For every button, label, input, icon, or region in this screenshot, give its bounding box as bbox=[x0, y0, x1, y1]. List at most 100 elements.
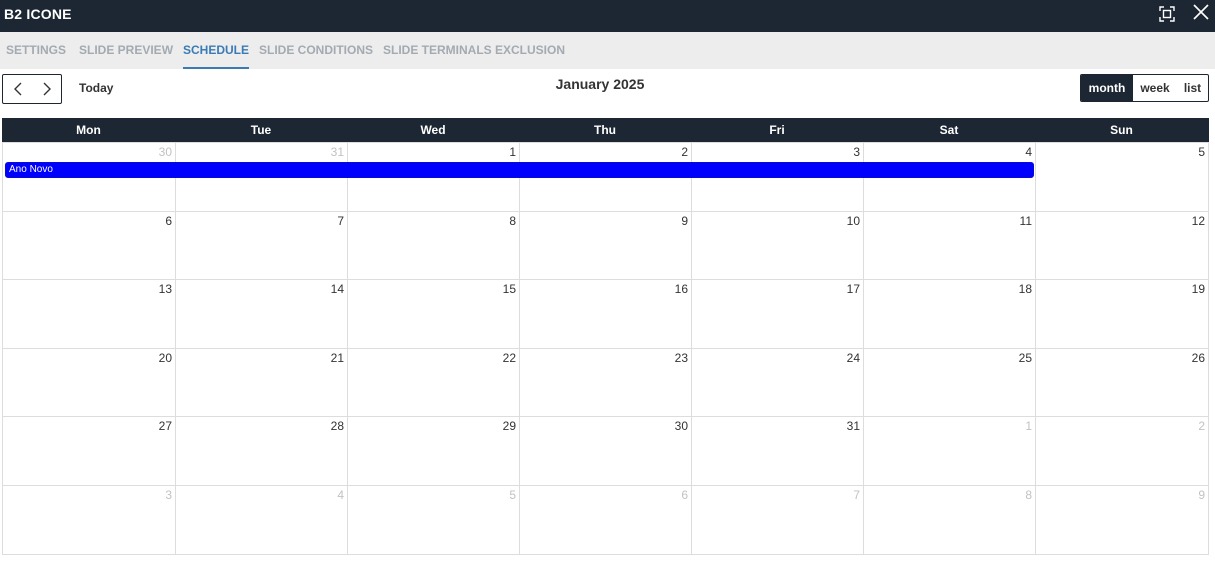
day-cell[interactable]: 19 bbox=[1035, 279, 1209, 349]
day-cell[interactable]: 7 bbox=[175, 211, 348, 280]
day-number[interactable]: 5 bbox=[1198, 145, 1205, 159]
day-number[interactable]: 22 bbox=[503, 351, 516, 365]
day-number[interactable]: 27 bbox=[159, 419, 172, 433]
day-number[interactable]: 28 bbox=[331, 419, 344, 433]
maximize-icon bbox=[1155, 2, 1179, 26]
day-number[interactable]: 6 bbox=[165, 214, 172, 228]
weekday-header: Mon Tue Wed Thu Fri Sat Sun bbox=[2, 118, 1209, 142]
tab-schedule[interactable]: SCHEDULE bbox=[183, 32, 250, 69]
day-cell[interactable]: 26 bbox=[1035, 348, 1209, 417]
weekday-wed: Wed bbox=[420, 123, 446, 137]
day-cell[interactable]: 12 bbox=[1035, 211, 1209, 280]
close-button[interactable] bbox=[1189, 2, 1213, 26]
calendar-title: January 2025 bbox=[555, 76, 645, 92]
day-number[interactable]: 3 bbox=[165, 488, 172, 502]
day-number[interactable]: 20 bbox=[159, 351, 172, 365]
tab-slide-preview[interactable]: SLIDE PREVIEW bbox=[79, 32, 173, 69]
day-cell[interactable]: 30 bbox=[519, 416, 692, 486]
day-cell[interactable]: 24 bbox=[691, 348, 864, 417]
day-cell[interactable]: 8 bbox=[863, 485, 1036, 555]
day-cell[interactable]: 25 bbox=[863, 348, 1036, 417]
day-cell[interactable]: 16 bbox=[519, 279, 692, 349]
view-month-button[interactable]: month bbox=[1081, 75, 1133, 101]
calendar-event[interactable]: Ano Novo bbox=[5, 162, 1034, 178]
weekday-sun: Sun bbox=[1110, 123, 1133, 137]
weekday-thu: Thu bbox=[594, 123, 616, 137]
day-number[interactable]: 15 bbox=[503, 282, 516, 296]
day-number[interactable]: 17 bbox=[847, 282, 860, 296]
day-cell[interactable]: 27 bbox=[2, 416, 176, 486]
day-number[interactable]: 8 bbox=[509, 214, 516, 228]
day-cell[interactable]: 2 bbox=[1035, 416, 1209, 486]
day-cell[interactable]: 21 bbox=[175, 348, 348, 417]
day-cell[interactable]: 23 bbox=[519, 348, 692, 417]
day-cell[interactable]: 5 bbox=[347, 485, 520, 555]
day-number[interactable]: 23 bbox=[675, 351, 688, 365]
day-number[interactable]: 30 bbox=[675, 419, 688, 433]
day-cell[interactable]: 29 bbox=[347, 416, 520, 486]
view-list-button[interactable]: list bbox=[1177, 75, 1208, 101]
day-number[interactable]: 31 bbox=[331, 145, 344, 159]
day-number[interactable]: 9 bbox=[1198, 488, 1205, 502]
day-cell[interactable]: 5 bbox=[1035, 142, 1209, 212]
day-number[interactable]: 3 bbox=[853, 145, 860, 159]
day-number[interactable]: 24 bbox=[847, 351, 860, 365]
day-number[interactable]: 2 bbox=[1198, 419, 1205, 433]
day-number[interactable]: 13 bbox=[159, 282, 172, 296]
day-number[interactable]: 19 bbox=[1192, 282, 1205, 296]
day-number[interactable]: 12 bbox=[1192, 214, 1205, 228]
day-cell[interactable]: 9 bbox=[1035, 485, 1209, 555]
day-number[interactable]: 2 bbox=[681, 145, 688, 159]
day-cell[interactable]: 20 bbox=[2, 348, 176, 417]
day-cell[interactable]: 10 bbox=[691, 211, 864, 280]
day-cell[interactable]: 15 bbox=[347, 279, 520, 349]
day-number[interactable]: 1 bbox=[1025, 419, 1032, 433]
day-cell[interactable]: 18 bbox=[863, 279, 1036, 349]
day-number[interactable]: 4 bbox=[1025, 145, 1032, 159]
day-cell[interactable]: 31 bbox=[691, 416, 864, 486]
day-number[interactable]: 5 bbox=[509, 488, 516, 502]
day-cell[interactable]: 6 bbox=[2, 211, 176, 280]
day-number[interactable]: 16 bbox=[675, 282, 688, 296]
day-number[interactable]: 18 bbox=[1019, 282, 1032, 296]
day-cell[interactable]: 6 bbox=[519, 485, 692, 555]
day-cell[interactable]: 28 bbox=[175, 416, 348, 486]
maximize-button[interactable] bbox=[1155, 2, 1179, 26]
day-cell[interactable]: 3 bbox=[2, 485, 176, 555]
day-cell[interactable]: 4 bbox=[175, 485, 348, 555]
day-cell[interactable]: 22 bbox=[347, 348, 520, 417]
day-number[interactable]: 14 bbox=[331, 282, 344, 296]
day-cell[interactable]: 17 bbox=[691, 279, 864, 349]
day-number[interactable]: 29 bbox=[503, 419, 516, 433]
tab-settings[interactable]: SETTINGS bbox=[6, 32, 66, 69]
day-number[interactable]: 4 bbox=[337, 488, 344, 502]
day-cell[interactable]: 9 bbox=[519, 211, 692, 280]
weekday-tue: Tue bbox=[250, 123, 272, 137]
day-number[interactable]: 26 bbox=[1192, 351, 1205, 365]
day-number[interactable]: 25 bbox=[1019, 351, 1032, 365]
day-number[interactable]: 6 bbox=[681, 488, 688, 502]
day-number[interactable]: 8 bbox=[1025, 488, 1032, 502]
weekday-mon: Mon bbox=[76, 123, 101, 137]
tab-bar: SETTINGS SLIDE PREVIEW SCHEDULE SLIDE CO… bbox=[0, 32, 1215, 69]
day-number[interactable]: 9 bbox=[681, 214, 688, 228]
day-number[interactable]: 10 bbox=[847, 214, 860, 228]
day-cell[interactable]: 1 bbox=[863, 416, 1036, 486]
day-cell[interactable]: 8 bbox=[347, 211, 520, 280]
day-cell[interactable]: 13 bbox=[2, 279, 176, 349]
tab-slide-terminals-exclusion[interactable]: SLIDE TERMINALS EXCLUSION bbox=[383, 32, 565, 69]
day-cell[interactable]: 14 bbox=[175, 279, 348, 349]
day-number[interactable]: 30 bbox=[159, 145, 172, 159]
day-number[interactable]: 31 bbox=[847, 419, 860, 433]
day-number[interactable]: 7 bbox=[853, 488, 860, 502]
view-switcher: month week list bbox=[1080, 74, 1209, 102]
day-number[interactable]: 7 bbox=[337, 214, 344, 228]
day-number[interactable]: 11 bbox=[1020, 214, 1032, 228]
day-cell[interactable]: 7 bbox=[691, 485, 864, 555]
close-icon bbox=[1189, 2, 1213, 26]
day-number[interactable]: 21 bbox=[331, 351, 344, 365]
view-week-button[interactable]: week bbox=[1133, 75, 1177, 101]
day-number[interactable]: 1 bbox=[509, 145, 516, 159]
tab-slide-conditions[interactable]: SLIDE CONDITIONS bbox=[259, 32, 373, 69]
day-cell[interactable]: 11 bbox=[863, 211, 1036, 280]
